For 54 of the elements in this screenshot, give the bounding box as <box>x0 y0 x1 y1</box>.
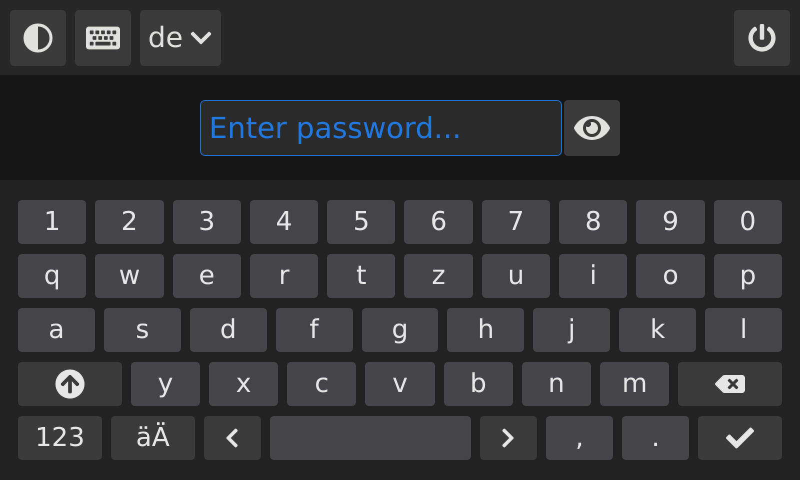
key[interactable]: w <box>95 254 164 298</box>
key[interactable]: l <box>705 308 782 352</box>
key[interactable]: m <box>600 362 670 406</box>
key[interactable]: x <box>209 362 278 406</box>
key[interactable]: 0 <box>714 200 782 244</box>
mode-key[interactable]: äÄ <box>110 416 195 460</box>
mode-key[interactable]: 123 <box>18 416 102 460</box>
backspace-key[interactable] <box>678 362 782 406</box>
key[interactable]: 2 <box>95 200 164 244</box>
key[interactable]: 4 <box>250 200 318 244</box>
left-arrow-key[interactable] <box>204 416 261 460</box>
key[interactable]: v <box>365 362 435 406</box>
key[interactable]: z <box>404 254 473 298</box>
key[interactable]: n <box>522 362 592 406</box>
key[interactable]: h <box>447 308 524 352</box>
key[interactable]: g <box>362 308 438 352</box>
key[interactable]: , <box>546 416 614 460</box>
key[interactable]: q <box>18 254 86 298</box>
key[interactable]: 3 <box>172 200 241 244</box>
key[interactable]: r <box>250 254 318 298</box>
power-icon <box>748 24 776 52</box>
key[interactable]: 8 <box>559 200 628 244</box>
key[interactable]: j <box>533 308 610 352</box>
key[interactable]: u <box>482 254 550 298</box>
key[interactable]: f <box>276 308 353 352</box>
key[interactable]: 7 <box>482 200 550 244</box>
key[interactable]: k <box>619 308 696 352</box>
key[interactable]: d <box>190 308 267 352</box>
key[interactable]: 5 <box>327 200 396 244</box>
key[interactable]: e <box>172 254 241 298</box>
key[interactable]: c <box>287 362 356 406</box>
key[interactable]: a <box>18 308 95 352</box>
key[interactable]: . <box>622 416 690 460</box>
password-field[interactable]: Enter password... <box>200 100 562 156</box>
key[interactable]: o <box>636 254 705 298</box>
key[interactable]: i <box>559 254 628 298</box>
contrast-button[interactable] <box>10 10 66 66</box>
key[interactable]: p <box>714 254 782 298</box>
key[interactable]: 1 <box>18 200 86 244</box>
up-arrow-icon <box>54 369 85 399</box>
shift-key[interactable] <box>18 362 122 406</box>
key[interactable]: s <box>104 308 181 352</box>
key[interactable]: y <box>130 362 200 406</box>
key[interactable]: t <box>327 254 396 298</box>
right-arrow-key[interactable] <box>480 416 537 460</box>
key[interactable]: 9 <box>636 200 705 244</box>
key[interactable]: 6 <box>404 200 473 244</box>
contrast-icon <box>23 22 53 52</box>
keyboard-button[interactable] <box>75 10 131 66</box>
show-password-button[interactable] <box>564 100 620 156</box>
enter-key[interactable] <box>698 416 782 460</box>
power-button[interactable] <box>734 10 790 66</box>
key[interactable]: b <box>444 362 513 406</box>
language-dropdown[interactable]: de <box>140 10 221 66</box>
